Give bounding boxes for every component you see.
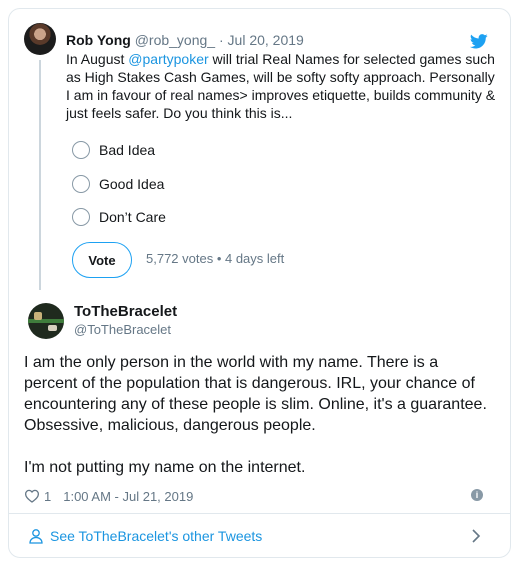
radio-button[interactable] xyxy=(72,208,90,226)
see-other-tweets-link[interactable]: See ToTheBracelet's other Tweets xyxy=(28,526,262,546)
poll-option-label: Don’t Care xyxy=(99,209,166,225)
parent-tweet-date[interactable]: Jul 20, 2019 xyxy=(228,32,304,48)
poll-option-dont-care[interactable]: Don’t Care xyxy=(72,207,166,227)
vote-button[interactable]: Vote xyxy=(72,242,132,278)
poll-option-bad-idea[interactable]: Bad Idea xyxy=(72,140,155,160)
divider xyxy=(9,513,510,514)
person-icon xyxy=(29,529,43,544)
poll-option-label: Bad Idea xyxy=(99,142,156,158)
separator-dot: · xyxy=(218,32,224,48)
tweet-meta-row: 1 1:00 AM - Jul 21, 2019 xyxy=(24,487,193,505)
heart-icon[interactable] xyxy=(24,489,40,503)
chevron-right-icon[interactable] xyxy=(470,528,482,544)
thread-line xyxy=(39,60,41,290)
parent-tweet-header: Rob Yong @rob_yong_ · Jul 20, 2019 xyxy=(66,31,304,49)
radio-button[interactable] xyxy=(72,141,90,159)
author-handle[interactable]: @ToTheBracelet xyxy=(74,322,171,337)
parent-author-name[interactable]: Rob Yong xyxy=(66,32,131,48)
poll-option-good-idea[interactable]: Good Idea xyxy=(72,174,164,194)
parent-author-handle[interactable]: @rob_yong_ xyxy=(135,32,215,48)
poll-option-label: Good Idea xyxy=(99,176,165,192)
radio-button[interactable] xyxy=(72,175,90,193)
twitter-bird-icon[interactable] xyxy=(470,34,488,49)
parent-tweet-text: In August @partypoker will trial Real Na… xyxy=(66,50,496,122)
tweet-text: I am the only person in the world with m… xyxy=(24,354,487,476)
poll-meta: 5,772 votes • 4 days left xyxy=(146,251,285,266)
tweet-timestamp[interactable]: 1:00 AM - Jul 21, 2019 xyxy=(63,489,193,504)
avatar[interactable] xyxy=(28,303,64,339)
parent-text-part: In August xyxy=(66,51,129,67)
like-count[interactable]: 1 xyxy=(44,489,51,504)
see-other-tweets-label: See ToTheBracelet's other Tweets xyxy=(50,528,263,544)
info-icon[interactable]: i xyxy=(471,489,483,501)
parent-avatar[interactable] xyxy=(24,23,56,55)
author-name[interactable]: ToTheBracelet xyxy=(74,303,177,320)
mention-link[interactable]: @partypoker xyxy=(128,51,208,67)
